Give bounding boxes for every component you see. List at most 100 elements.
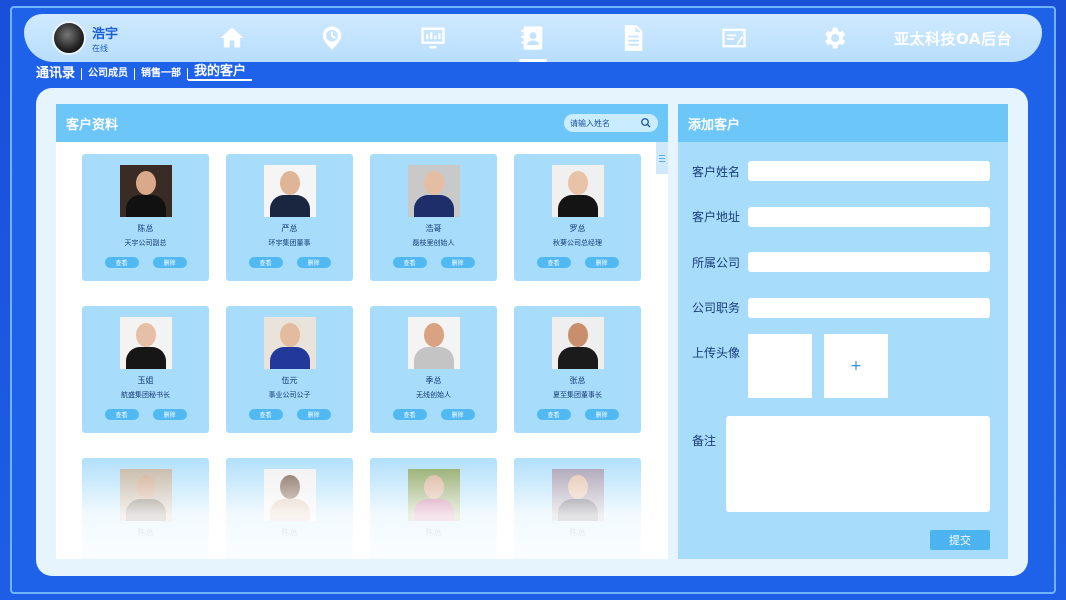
delete-button[interactable]: 删除 (152, 409, 187, 420)
customer-photo (119, 469, 172, 521)
remark-textarea[interactable] (726, 416, 990, 512)
delete-button[interactable]: 删除 (296, 409, 331, 420)
customer-name: 陈总 (569, 528, 586, 537)
customer-photo (263, 165, 316, 217)
breadcrumb-contacts[interactable]: 通讯录 (36, 67, 83, 80)
customer-title: 天宇公司副总 (124, 239, 167, 247)
card-actions: 查看 删除 (392, 409, 475, 420)
customer-photo (119, 317, 172, 369)
add-customer-title: 添加客户 (688, 117, 741, 133)
user-status: 在线 (92, 43, 108, 53)
upload-avatar-button[interactable]: + (824, 334, 888, 398)
customer-photo (407, 469, 460, 521)
customer-photo (407, 317, 460, 369)
search-icon[interactable] (640, 117, 652, 129)
view-button[interactable]: 查看 (104, 409, 139, 420)
customer-card: 季总 无线创始人 查看 删除 (370, 306, 497, 433)
delete-button[interactable]: 删除 (440, 409, 475, 420)
breadcrumb-sales-dept[interactable]: 销售一部 (135, 67, 189, 80)
avatar-preview[interactable] (748, 334, 812, 398)
customer-card: 张总 夏至集团董事长 查看 删除 (514, 306, 641, 433)
view-button[interactable]: 查看 (536, 257, 571, 268)
customer-card: 陈总 (370, 458, 497, 559)
panel-title: 客户资料 (66, 117, 119, 133)
customer-name: 陈总 (281, 528, 298, 537)
delete-button[interactable]: 删除 (584, 257, 619, 268)
view-button[interactable]: 查看 (536, 409, 571, 420)
clock-icon (323, 26, 342, 50)
customer-list-panel: 客户资料 陈总 天宇公司副总 查看 删除 严总 环宇集团董事 (56, 104, 668, 559)
nav-home[interactable] (214, 20, 250, 56)
customer-title: 夏至集团董事长 (553, 391, 602, 399)
customer-title: 秋葵公司总经理 (553, 239, 602, 247)
contacts-icon (521, 26, 543, 50)
company-input[interactable] (748, 252, 990, 272)
customer-name-input[interactable] (748, 161, 990, 181)
delete-button[interactable]: 删除 (440, 257, 475, 268)
customer-name: 张总 (569, 376, 586, 385)
nav-clock[interactable] (314, 20, 350, 56)
main-nav (172, 20, 894, 62)
avatar[interactable] (52, 21, 86, 55)
submit-button[interactable]: 提交 (930, 530, 990, 550)
delete-button[interactable]: 删除 (296, 257, 331, 268)
view-button[interactable]: 查看 (392, 409, 427, 420)
form-row-position: 公司职务 (692, 297, 990, 319)
position-label: 公司职务 (692, 301, 741, 315)
customer-name: 陈总 (425, 528, 442, 537)
customer-card: 陈总 天宇公司副总 查看 删除 (82, 154, 209, 281)
customer-card: 严总 环宇集团董事 查看 删除 (226, 154, 353, 281)
nav-contacts[interactable] (515, 20, 551, 62)
view-button[interactable]: 查看 (392, 257, 427, 268)
view-button[interactable]: 查看 (248, 257, 283, 268)
customer-address-input[interactable] (748, 206, 990, 227)
form-row-name: 客户姓名 (692, 160, 990, 182)
customer-card: 陈总 (514, 458, 641, 559)
customer-name: 玉姐 (137, 376, 154, 385)
brand-title: 亚太科技OA后台 (894, 29, 1012, 48)
view-button[interactable]: 查看 (104, 257, 139, 268)
home-icon (220, 27, 244, 48)
card-actions: 查看 删除 (536, 409, 619, 420)
nav-edit[interactable] (716, 20, 752, 56)
nav-document[interactable] (615, 20, 651, 56)
scrollbar[interactable] (656, 142, 668, 174)
top-bar: 浩宇 在线 亚太科技OA后台 (24, 14, 1042, 62)
customer-name: 季总 (425, 376, 442, 385)
delete-button[interactable]: 删除 (152, 257, 187, 268)
customer-name: 陈总 (137, 224, 154, 233)
nav-settings[interactable] (816, 20, 852, 56)
customer-name-label: 客户姓名 (692, 164, 741, 179)
nav-chart[interactable] (415, 20, 451, 56)
customer-name: 罗总 (569, 224, 586, 233)
customer-name: 浩哥 (425, 224, 442, 233)
search-box[interactable] (564, 114, 658, 132)
form-row-company: 所属公司 (692, 251, 990, 273)
gear-icon (824, 27, 846, 49)
chart-icon (421, 27, 445, 49)
card-actions: 查看 删除 (392, 257, 475, 268)
customer-name: 陈总 (137, 528, 154, 537)
upload-avatar-row: 上传头像 + (692, 334, 900, 398)
breadcrumb-my-customers[interactable]: 我的客户 (188, 65, 253, 81)
customer-photo (263, 317, 316, 369)
card-actions: 查看 删除 (536, 257, 619, 268)
user-name: 浩宇 (92, 26, 119, 42)
position-input[interactable] (748, 297, 990, 318)
customer-card: 罗总 秋葵公司总经理 查看 删除 (514, 154, 641, 281)
company-label: 所属公司 (692, 255, 741, 270)
customer-photo (551, 317, 604, 369)
customer-card: 玉姐 航盛集团秘书长 查看 删除 (82, 306, 209, 433)
customer-title: 无线创始人 (416, 391, 451, 399)
customer-photo (119, 165, 172, 217)
customer-cards: 陈总 天宇公司副总 查看 删除 严总 环宇集团董事 查看 删除 浩哥 磊枝里创始… (82, 154, 642, 559)
document-icon (625, 25, 643, 51)
customer-list-header: 客户资料 (56, 104, 668, 142)
user-profile[interactable]: 浩宇 在线 (52, 21, 172, 55)
view-button[interactable]: 查看 (248, 409, 283, 420)
delete-button[interactable]: 删除 (584, 409, 619, 420)
customer-card: 陈总 (82, 458, 209, 559)
breadcrumb-company-members[interactable]: 公司成员 (82, 67, 136, 80)
search-input[interactable] (570, 118, 640, 128)
customer-address-label: 客户地址 (692, 210, 741, 224)
